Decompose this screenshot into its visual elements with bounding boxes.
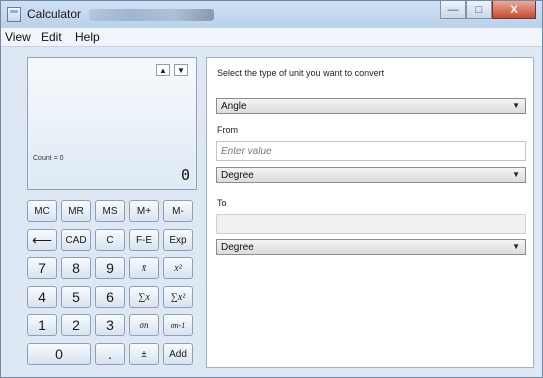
sum-x-squared-button[interactable]: ∑x² (163, 286, 193, 308)
minimize-icon: — (447, 3, 459, 16)
clear-button[interactable]: C (95, 229, 125, 251)
cad-button[interactable]: CAD (61, 229, 91, 251)
arrow-up-icon: ▲ (159, 66, 167, 75)
close-icon: X (510, 3, 518, 16)
sigma-n-minus-1-button[interactable]: σn-1 (163, 314, 193, 336)
digit-1-button[interactable]: 1 (27, 314, 57, 336)
unit-conversion-panel: Select the type of unit you want to conv… (206, 57, 534, 368)
display-value: 0 (180, 166, 190, 184)
to-unit-value: Degree (221, 242, 254, 253)
scroll-down-button[interactable]: ▼ (174, 64, 188, 76)
calculator-app-icon (7, 7, 21, 22)
from-label: From (217, 125, 238, 135)
maximize-button[interactable]: □ (466, 1, 492, 19)
menu-view[interactable]: View (5, 30, 31, 44)
digit-6-button[interactable]: 6 (95, 286, 125, 308)
backspace-button[interactable]: ⟵ (27, 229, 57, 251)
to-value-output (216, 214, 526, 234)
memory-clear-button[interactable]: MC (27, 200, 57, 222)
plus-minus-button[interactable]: ± (129, 343, 159, 365)
minimize-button[interactable]: — (440, 1, 466, 19)
digit-7-button[interactable]: 7 (27, 257, 57, 279)
conversion-prompt: Select the type of unit you want to conv… (217, 68, 385, 78)
digit-3-button[interactable]: 3 (95, 314, 125, 336)
from-unit-select[interactable]: Degree ▼ (216, 167, 526, 183)
from-value-input[interactable]: Enter value (216, 141, 526, 161)
dropdown-arrow-icon: ▼ (512, 242, 520, 251)
decimal-button[interactable]: . (95, 343, 125, 365)
title-bar-blur (89, 9, 214, 21)
window-title: Calculator (27, 7, 82, 21)
calculator-display: ▲ ▼ Count = 0 0 (27, 57, 197, 190)
dropdown-arrow-icon: ▼ (512, 101, 520, 110)
title-bar[interactable]: Calculator — □ X (1, 1, 542, 28)
to-unit-select[interactable]: Degree ▼ (216, 239, 526, 255)
count-label: Count = 0 (33, 155, 64, 162)
memory-recall-button[interactable]: MR (61, 200, 91, 222)
close-button[interactable]: X (492, 1, 536, 19)
menu-bar: View Edit Help (1, 28, 542, 47)
scroll-up-button[interactable]: ▲ (156, 64, 170, 76)
from-value-placeholder: Enter value (221, 146, 272, 157)
digit-9-button[interactable]: 9 (95, 257, 125, 279)
add-button[interactable]: Add (163, 343, 193, 365)
menu-help[interactable]: Help (75, 30, 100, 44)
sum-x-button[interactable]: ∑x (129, 286, 159, 308)
digit-4-button[interactable]: 4 (27, 286, 57, 308)
from-unit-value: Degree (221, 170, 254, 181)
to-label: To (217, 198, 227, 208)
menu-edit[interactable]: Edit (41, 30, 62, 44)
unit-type-select[interactable]: Angle ▼ (216, 98, 526, 114)
maximize-icon: □ (475, 3, 483, 16)
exp-button[interactable]: Exp (163, 229, 193, 251)
dropdown-arrow-icon: ▼ (512, 170, 520, 179)
mean-button[interactable]: x̄ (129, 257, 159, 279)
arrow-down-icon: ▼ (177, 66, 185, 75)
mean-of-squares-button[interactable]: x² (163, 257, 193, 279)
digit-8-button[interactable]: 8 (61, 257, 91, 279)
memory-add-button[interactable]: M+ (129, 200, 159, 222)
digit-2-button[interactable]: 2 (61, 314, 91, 336)
calculator-window: Calculator — □ X View Edit Help ▲ ▼ Coun… (0, 0, 543, 378)
digit-5-button[interactable]: 5 (61, 286, 91, 308)
memory-store-button[interactable]: MS (95, 200, 125, 222)
sigma-n-button[interactable]: σn (129, 314, 159, 336)
window-controls: — □ X (440, 1, 536, 19)
unit-type-value: Angle (221, 101, 247, 112)
memory-subtract-button[interactable]: M- (163, 200, 193, 222)
fe-button[interactable]: F-E (129, 229, 159, 251)
digit-0-button[interactable]: 0 (27, 343, 91, 365)
